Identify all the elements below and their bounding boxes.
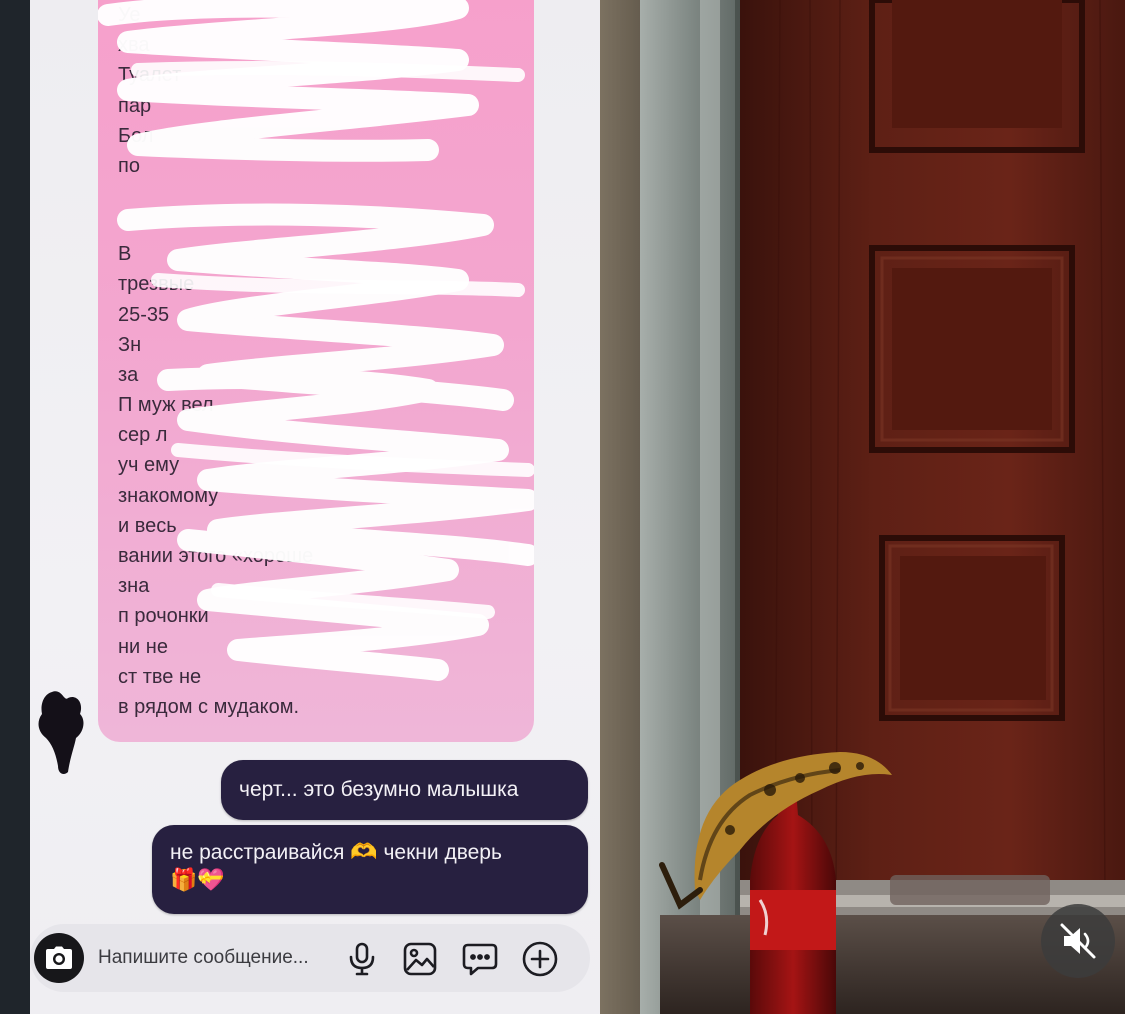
avatar-redaction — [38, 691, 84, 774]
message-line: 25-35 — [118, 303, 170, 326]
camera-icon — [46, 946, 72, 969]
message-line: знакомому — [118, 484, 219, 507]
chat-screenshot: Уе хва Туалет пар Бол по Втрезвые 25-35 Зн за П му… — [0, 0, 600, 1014]
mute-button[interactable] — [1041, 904, 1115, 978]
message-line: ни не — [118, 635, 168, 658]
heart-hands-emoji: 🫶 — [350, 840, 378, 865]
message-line: хва — [118, 34, 150, 57]
message-line: П муж вел — [118, 394, 214, 417]
incoming-message-text: Уе хва Туалет пар Бол по Втрезвые 25-35 Зн за П му… — [118, 0, 514, 722]
message-line: вании этого «хороше — [118, 545, 314, 567]
add-attachment-button[interactable] — [521, 940, 559, 978]
message-line — [118, 181, 514, 239]
plus-icon — [522, 941, 558, 977]
message-line: ст тве не — [118, 665, 202, 688]
camera-button[interactable] — [34, 933, 84, 983]
mute-icon — [1060, 923, 1096, 959]
message-line: Уе — [118, 4, 141, 26]
gift-emoji-line: 🎁💝 — [170, 868, 225, 893]
microphone-button[interactable] — [343, 940, 381, 978]
outgoing-message: не расстраивайся 🫶 чекни дверь 🎁💝 — [152, 825, 588, 914]
image-icon — [403, 942, 437, 976]
incoming-message-bubble: Уе хва Туалет пар Бол по Втрезвые 25-35 Зн за П му… — [98, 0, 534, 742]
chat-bubble-icon — [462, 943, 498, 976]
message-line: сер л — [118, 424, 168, 447]
door-photo — [600, 0, 1125, 1014]
message-input[interactable] — [98, 945, 338, 971]
message-line: по — [118, 154, 140, 177]
message-line: трезвые — [118, 273, 195, 296]
microphone-icon — [349, 942, 375, 976]
message-line: п рочонки — [118, 605, 209, 628]
gallery-button[interactable] — [401, 940, 439, 978]
message-line: уч ему — [118, 454, 180, 477]
message-line: Туалет — [118, 64, 182, 87]
outgoing-message-text-continued: чекни дверь — [383, 841, 502, 864]
outgoing-message-text: не расстраивайся — [170, 841, 345, 864]
outgoing-message: черт... это безумно малышка — [221, 760, 588, 820]
message-line: в рядом с мудаком. — [118, 695, 300, 718]
message-line: зна — [118, 575, 150, 598]
message-line: Зн — [118, 333, 142, 356]
message-line: пар — [118, 94, 152, 117]
message-line: за — [118, 363, 139, 386]
message-line: В — [118, 243, 132, 266]
door-photo-image — [600, 0, 1125, 1014]
message-composer — [30, 924, 590, 992]
outgoing-message-text: черт... это безумно малышка — [239, 778, 519, 801]
message-line: и весь — [118, 514, 177, 537]
stickers-button[interactable] — [461, 940, 499, 978]
message-line: Бол — [118, 124, 154, 147]
